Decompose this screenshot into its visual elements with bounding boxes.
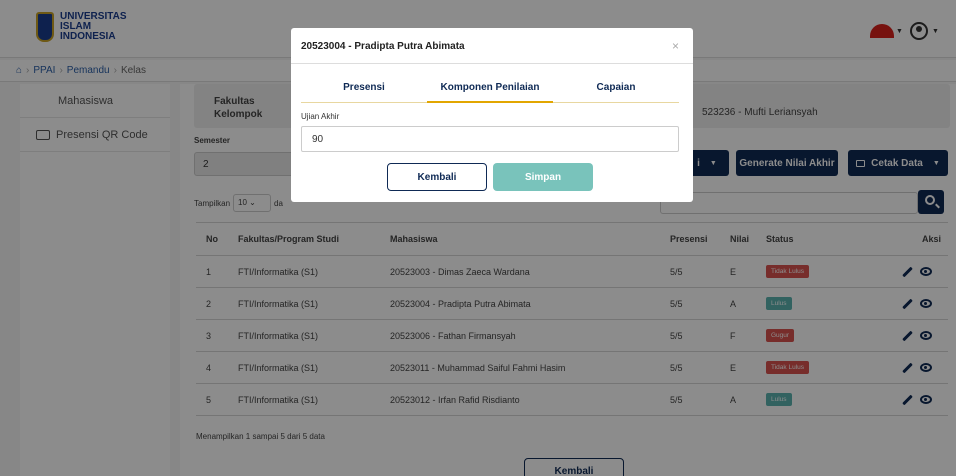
ujian-akhir-label: Ujian Akhir [301, 112, 340, 121]
tab-komponen-penilaian[interactable]: Komponen Penilaian [427, 82, 553, 103]
nilai-modal: 20523004 - Pradipta Putra Abimata × Pres… [291, 28, 693, 202]
ujian-akhir-input[interactable]: 90 [301, 126, 679, 152]
modal-simpan-button[interactable]: Simpan [493, 163, 593, 191]
modal-kembali-button[interactable]: Kembali [387, 163, 487, 191]
close-icon[interactable]: × [672, 39, 679, 53]
tab-capaian[interactable]: Capaian [553, 82, 679, 103]
modal-title: 20523004 - Pradipta Putra Abimata [301, 41, 465, 52]
modal-tabs: Presensi Komponen Penilaian Capaian [301, 82, 679, 103]
tab-presensi[interactable]: Presensi [301, 82, 427, 103]
